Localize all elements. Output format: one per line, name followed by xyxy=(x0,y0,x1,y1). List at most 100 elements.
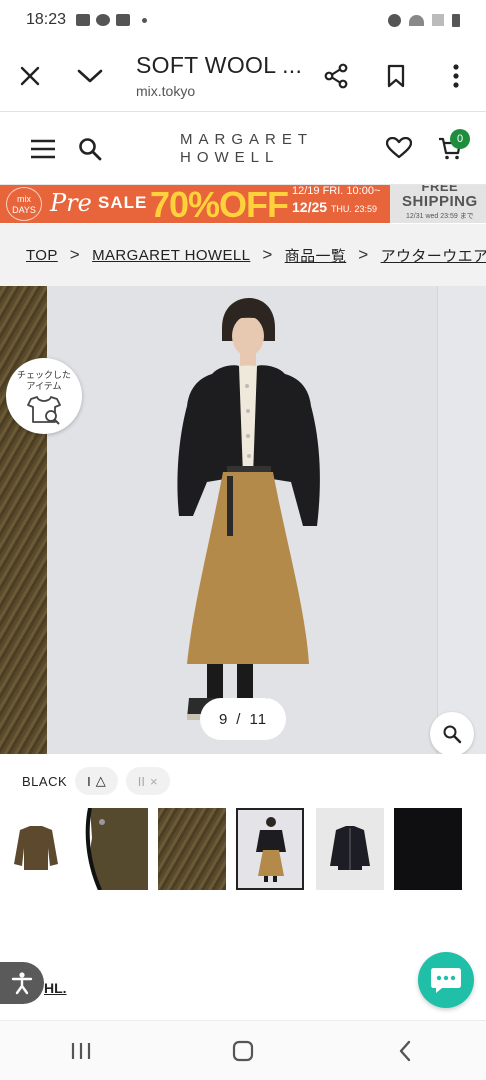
system-navigation-bar xyxy=(0,1020,486,1080)
hamburger-menu-icon xyxy=(31,139,55,159)
previous-image-slice[interactable] xyxy=(0,286,47,754)
minimize-button[interactable] xyxy=(60,40,120,112)
close-icon xyxy=(20,66,40,85)
share-button[interactable] xyxy=(306,40,366,112)
model-thumbnail xyxy=(256,817,286,882)
chevron-down-icon xyxy=(77,69,103,82)
banner-discount-text: 70%OFF xyxy=(150,185,289,223)
presale-banner[interactable]: mix DAYS Pre SALE 70%OFF 12/19 FRI. 10:0… xyxy=(0,185,390,223)
page-title: SOFT WOOL ... xyxy=(136,52,303,78)
home-button[interactable] xyxy=(213,1021,273,1080)
next-image-slice[interactable] xyxy=(437,286,486,754)
color-label: BLACK xyxy=(22,773,68,789)
free-shipping-banner[interactable]: FREE SHIPPING 12/31 wed 23:59 まで xyxy=(390,185,486,223)
fabric-detail-thumbnail xyxy=(85,808,148,890)
status-bar: 18:23 xyxy=(0,0,486,40)
thumbnail-3[interactable] xyxy=(158,808,226,890)
recent-apps-button[interactable] xyxy=(51,1021,111,1080)
thumbnail-5[interactable] xyxy=(316,808,384,890)
search-button[interactable] xyxy=(78,137,102,166)
breadcrumb-outerwear[interactable]: アウターウエア xyxy=(381,245,486,266)
notification-icons xyxy=(76,14,148,26)
breadcrumb: TOP > MARGARET HOWELL > 商品一覧 > アウターウエア > xyxy=(0,224,486,286)
logo-line-1: MARGARET xyxy=(180,131,314,148)
current-image-number: 9 xyxy=(218,710,229,728)
breadcrumb-product-list[interactable]: 商品一覧 xyxy=(285,245,347,266)
more-notifications-icon xyxy=(142,17,148,23)
back-chevron-icon xyxy=(399,1040,411,1061)
page-title-area: SOFT WOOL ... mix.tokyo xyxy=(120,52,306,99)
model-photo xyxy=(177,298,320,720)
product-photo[interactable] xyxy=(47,286,437,754)
banner-pre-text: Pre xyxy=(50,189,92,217)
breadcrumb-brand[interactable]: MARGARET HOWELL xyxy=(92,247,250,264)
bookmark-icon xyxy=(387,64,405,87)
bookmark-button[interactable] xyxy=(366,40,426,112)
checked-items-label-2: アイテム xyxy=(26,381,62,391)
margaret-howell-logo[interactable]: MARGARET HOWELL xyxy=(180,131,313,167)
image-counter: 9 / 11 xyxy=(200,698,286,740)
system-icons xyxy=(388,13,460,27)
menu-button[interactable] xyxy=(30,139,56,164)
favorites-button[interactable] xyxy=(385,136,413,164)
banner-sale-text: SALE xyxy=(98,193,148,212)
zoom-button[interactable] xyxy=(430,712,474,754)
breadcrumb-top[interactable]: TOP xyxy=(26,247,58,264)
shipping-text: SHIPPING xyxy=(402,193,478,210)
thumbnail-4-selected[interactable] xyxy=(236,808,304,890)
banner-start-date: 12/19 FRI. 10:00~ xyxy=(292,185,381,197)
chat-bubble-icon xyxy=(431,968,461,993)
page-url: mix.tokyo xyxy=(136,83,196,99)
share-icon xyxy=(324,63,348,88)
thumbnail-1[interactable] xyxy=(2,808,70,890)
search-icon xyxy=(79,138,102,161)
site-header: MARGARET HOWELL xyxy=(0,113,486,185)
banner-end-time: THU. 23:59 xyxy=(330,204,377,214)
product-image-gallery[interactable]: チェックした アイテム 9 / 11 xyxy=(0,286,486,754)
banner-end-day: 12/25 xyxy=(292,199,328,215)
size-label: I xyxy=(87,773,91,789)
shirt-search-icon xyxy=(27,396,61,425)
close-tab-button[interactable] xyxy=(0,40,60,112)
more-vertical-icon xyxy=(453,63,459,88)
alarm-icon xyxy=(388,13,401,27)
banner-end-date: 12/25 THU. 23:59 xyxy=(292,199,377,215)
color-size-row: BLACK I △ II × xyxy=(22,766,170,796)
jacket-thumbnail xyxy=(330,826,370,870)
counter-separator: / xyxy=(236,710,242,728)
chevron-right-icon: > xyxy=(262,245,273,264)
app-notification-icon xyxy=(116,14,131,26)
size-option-1[interactable]: I △ xyxy=(75,767,118,795)
size-label: II xyxy=(137,773,145,789)
footer-link[interactable]: HL. xyxy=(44,980,67,996)
thumbnail-6[interactable] xyxy=(394,808,462,890)
home-icon xyxy=(232,1040,254,1061)
accessibility-icon xyxy=(11,972,33,995)
sweater-thumbnail xyxy=(14,826,58,870)
size-option-2[interactable]: II × xyxy=(125,767,170,795)
chevron-right-icon: > xyxy=(358,245,369,264)
checked-items-label-1: チェックした xyxy=(16,370,71,380)
status-time: 18:23 xyxy=(26,11,67,28)
thumbnail-2[interactable] xyxy=(80,808,148,890)
total-image-count: 11 xyxy=(249,710,268,728)
more-options-button[interactable] xyxy=(426,40,486,112)
chat-button[interactable] xyxy=(418,952,474,1008)
checked-items-button[interactable]: チェックした アイテム xyxy=(6,358,82,434)
shipping-note: 12/31 wed 23:59 まで xyxy=(405,213,474,220)
chevron-right-icon: > xyxy=(69,245,81,264)
browser-toolbar: SOFT WOOL ... mix.tokyo xyxy=(0,40,486,112)
wifi-icon xyxy=(409,14,424,26)
signal-icon xyxy=(432,14,444,26)
gallery-notification-icon xyxy=(76,14,91,26)
logo-line-2: HOWELL xyxy=(180,149,280,166)
accessibility-button[interactable] xyxy=(0,962,44,1004)
heart-icon xyxy=(385,136,413,159)
back-button[interactable] xyxy=(375,1021,435,1080)
free-shipping-text: FREE SHIPPING 12/31 wed 23:59 まで xyxy=(402,185,478,223)
sale-banner[interactable]: mix DAYS Pre SALE 70%OFF 12/19 FRI. 10:0… xyxy=(0,185,486,223)
magnifier-icon xyxy=(443,725,462,744)
cart-count-badge: 0 xyxy=(450,129,470,149)
battery-icon xyxy=(452,13,460,27)
stock-status: △ xyxy=(95,773,106,788)
